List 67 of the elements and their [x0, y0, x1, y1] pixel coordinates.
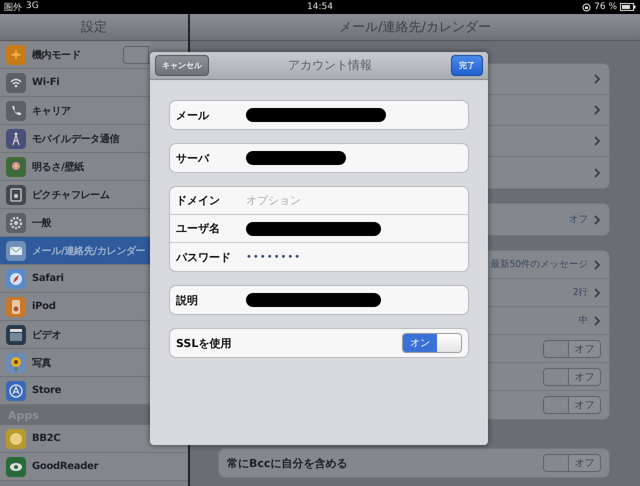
rotation-lock-icon — [582, 2, 592, 12]
sidebar-item[interactable]: 明るさ/壁紙 — [0, 153, 150, 181]
dialog-title: アカウント情報 — [287, 57, 373, 74]
sidebar-item[interactable]: iPod — [0, 293, 150, 321]
field-label: パスワード — [176, 250, 232, 264]
antenna-icon — [6, 128, 26, 148]
sidebar-item[interactable]: キャリア — [0, 97, 150, 125]
toggle-switch[interactable]: オン — [402, 333, 462, 353]
input-field[interactable]: オプション — [246, 194, 426, 207]
battery-text: 76 % — [594, 2, 617, 12]
toggle-switch[interactable]: オフ — [543, 340, 601, 358]
gear-icon — [6, 212, 26, 232]
sidebar-title: 設定 — [81, 19, 107, 36]
sidebar-item[interactable]: ビデオ — [0, 321, 150, 349]
wifi-icon — [6, 72, 26, 92]
field-label: サーバ — [176, 150, 210, 166]
sidebar-item[interactable]: GoodReader — [0, 453, 188, 481]
field-label: ユーザ名 — [176, 221, 221, 236]
password-field[interactable]: •••••••• — [246, 252, 302, 262]
chevron-icon — [594, 316, 601, 326]
toggle-switch[interactable]: オフ — [543, 368, 601, 386]
sidebar-item[interactable]: Wi-Fi — [0, 69, 150, 97]
chevron-icon — [594, 136, 601, 146]
row-value: オフ — [568, 213, 588, 226]
store-icon — [6, 380, 26, 400]
toggle-switch[interactable]: オフ — [543, 396, 601, 414]
plane-icon — [6, 44, 26, 64]
chevron-icon — [594, 288, 601, 298]
clock-text: 14:54 — [307, 2, 333, 12]
chevron-icon — [594, 260, 601, 270]
sidebar-item[interactable]: メール/連絡先/カレンダー — [0, 237, 150, 265]
sidebar-item[interactable]: 機内モード — [0, 41, 150, 69]
field-label: ドメイン — [176, 193, 221, 208]
cancel-button[interactable]: キャンセル — [155, 55, 209, 76]
carrier-text: 圏外 — [4, 2, 22, 14]
eye-icon — [6, 456, 26, 476]
chevron-icon — [594, 214, 601, 224]
chevron-icon — [594, 168, 601, 178]
field-label: SSLを使用 — [176, 336, 232, 350]
detail-title: メール/連絡先/カレンダー — [339, 19, 491, 36]
sidebar-item[interactable]: Safari — [0, 265, 150, 293]
sidebar-item[interactable]: ピクチャフレーム — [0, 181, 150, 209]
row-value: 中 — [578, 314, 588, 327]
row-value: 2行 — [572, 286, 588, 299]
network-text: 3G — [26, 0, 39, 12]
sunflower-icon — [6, 352, 26, 372]
clapper-icon — [6, 324, 26, 344]
face-icon — [6, 428, 26, 448]
toggle-switch[interactable]: オフ — [543, 454, 601, 472]
sidebar-item[interactable]: Store — [0, 377, 150, 405]
compass-icon — [6, 268, 26, 288]
flower-icon — [6, 156, 26, 176]
sidebar-item[interactable]: 一般 — [0, 209, 150, 237]
chevron-icon — [594, 74, 601, 84]
ipod-icon — [6, 296, 26, 316]
chevron-icon — [594, 105, 601, 115]
phone-icon — [6, 100, 26, 120]
row-label: 常にBccに自分を含める — [227, 456, 348, 470]
envelope-icon — [6, 240, 26, 260]
frame-icon — [6, 184, 26, 204]
sidebar-item[interactable]: モバイルデータ通信 — [0, 125, 150, 153]
row-value: 最新50件のメッセージ — [490, 258, 588, 271]
done-button[interactable]: 完了 — [451, 55, 483, 76]
battery-icon — [620, 3, 636, 11]
field-label: メール — [176, 108, 210, 122]
sidebar-item[interactable]: 写真 — [0, 349, 150, 377]
field-label: 説明 — [176, 292, 199, 308]
